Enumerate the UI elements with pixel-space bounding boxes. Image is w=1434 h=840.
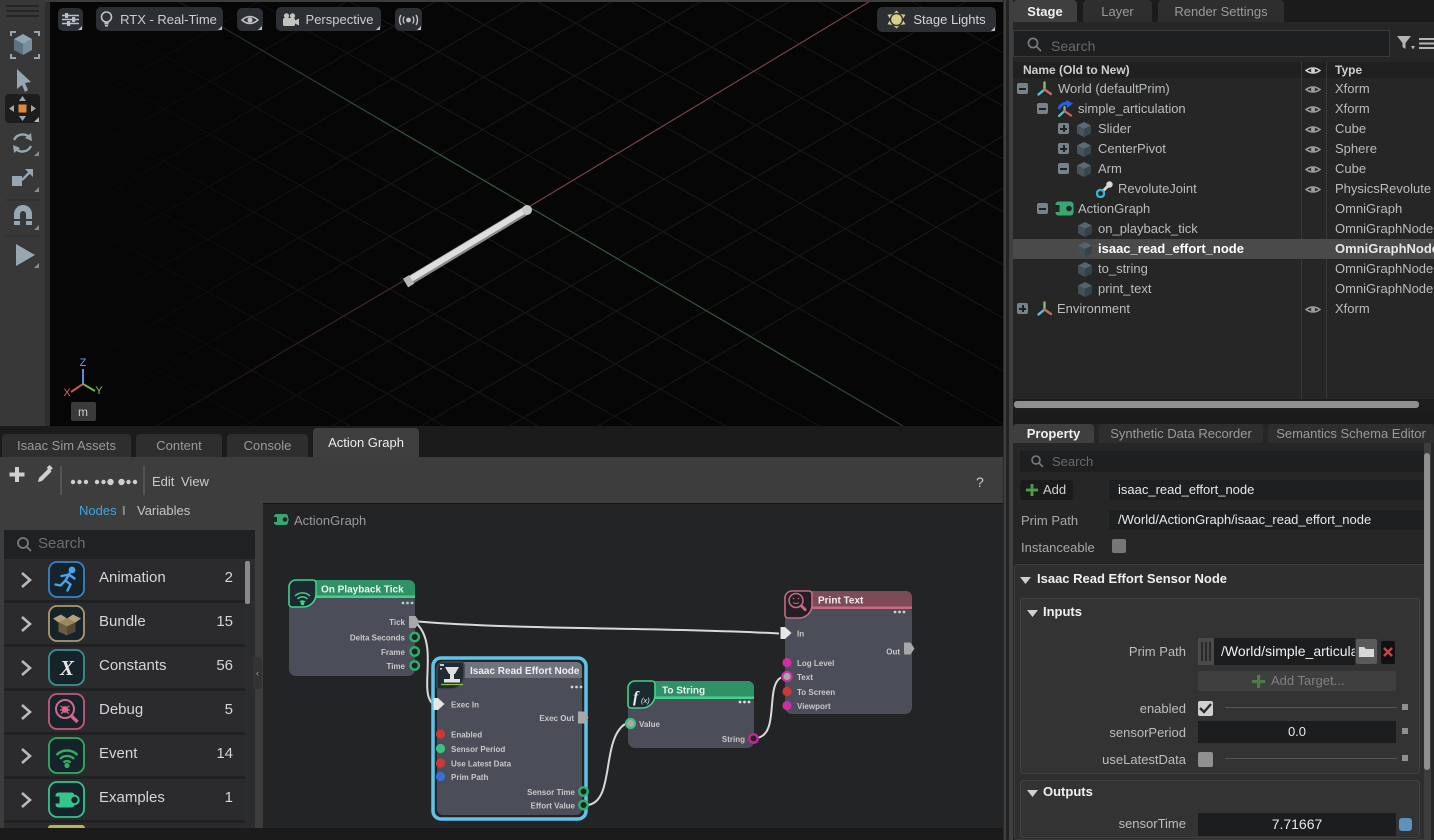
svg-text:Isaac Read Effort Node: Isaac Read Effort Node [470,666,580,677]
svg-text:X: X [59,656,75,680]
svg-text:Delta Seconds: Delta Seconds [350,634,406,643]
svg-text:Variables: Variables [137,503,191,518]
svg-text:View: View [181,474,210,489]
svg-text:On Playback Tick: On Playback Tick [321,585,404,596]
svg-text:Tick: Tick [389,618,405,627]
svg-text:Prim Path: Prim Path [451,773,488,782]
svg-text:To Screen: To Screen [797,688,835,697]
svg-text:Y: Y [95,385,103,397]
svg-text:Out: Out [886,648,900,657]
svg-text:X: X [63,387,71,399]
svg-text:Z: Z [80,357,87,369]
svg-text:I: I [122,503,126,518]
svg-text:Text: Text [797,673,813,682]
svg-text:Enabled: Enabled [451,731,482,740]
svg-text:Exec Out: Exec Out [539,714,574,723]
svg-text:Sensor Time: Sensor Time [527,788,575,797]
svg-text:String: String [722,735,745,744]
svg-text:(x): (x) [641,696,650,705]
svg-text:In: In [797,630,804,639]
svg-text:m: m [78,405,88,419]
svg-text:Use Latest Data: Use Latest Data [451,760,512,769]
svg-text:Frame: Frame [381,648,406,657]
svg-text:Effort Value: Effort Value [531,802,576,811]
svg-text:Time: Time [386,662,405,671]
svg-text:?: ? [976,474,984,490]
svg-text:Viewport: Viewport [797,702,831,711]
svg-text:Exec In: Exec In [451,701,479,710]
svg-text:ActionGraph: ActionGraph [294,513,366,528]
svg-text:Edit: Edit [152,474,175,489]
svg-text:Log Level: Log Level [797,659,834,668]
svg-text:Sensor Period: Sensor Period [451,745,505,754]
svg-text:Nodes: Nodes [79,503,117,518]
svg-text:Value: Value [639,720,660,729]
svg-text:To String: To String [662,686,705,697]
svg-text:Print Text: Print Text [818,596,864,607]
